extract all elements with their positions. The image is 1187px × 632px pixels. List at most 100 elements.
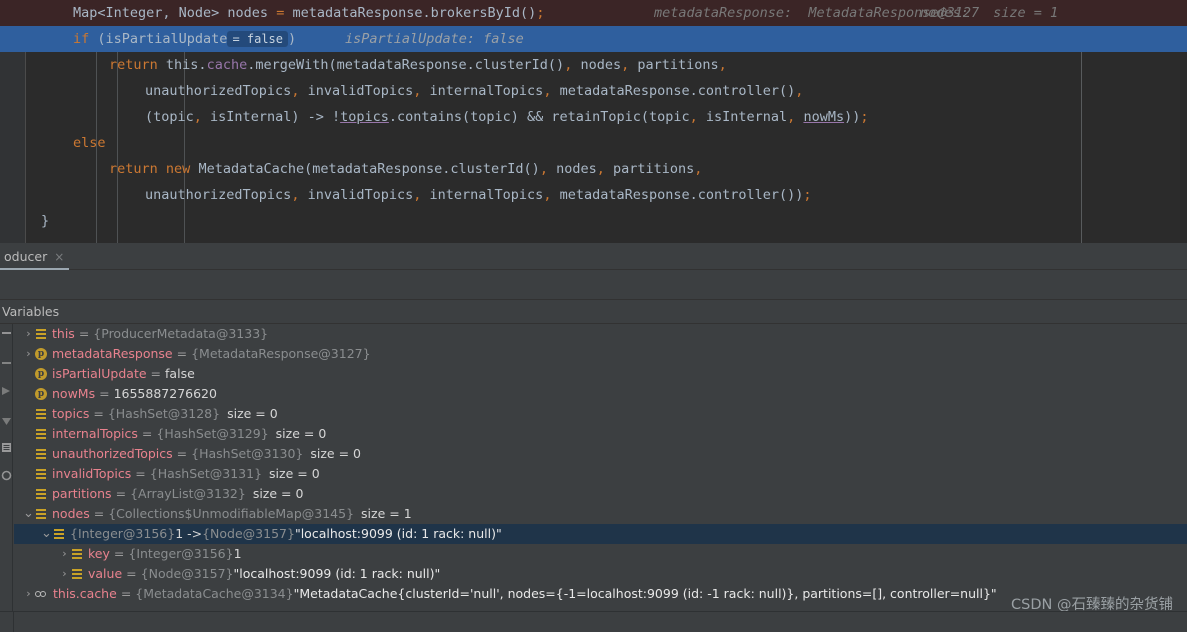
variable-value: 1 [233,546,242,561]
equals-sign: = [176,446,188,461]
variable-row[interactable]: › p metadataResponse = {MetadataResponse@312… [14,344,1187,364]
expand-toggle-icon[interactable]: › [22,584,35,604]
mute-breakpoints-icon[interactable] [1,470,12,481]
code-line[interactable]: unauthorizedTopics, invalidTopics, inter… [0,78,1187,104]
variable-row[interactable]: › internalTopics={HashSet@3129} size = 0 [14,424,1187,444]
code-line[interactable]: Map<Integer, Node> nodes = metadataRespo… [0,0,1187,26]
equals-sign: = [141,426,153,441]
expand-toggle-icon[interactable]: › [22,344,35,364]
code-line[interactable]: } [0,208,1187,234]
variable-value: 1655887276620 [113,386,217,401]
code-line[interactable]: unauthorizedTopics, invalidTopics, inter… [0,182,1187,208]
variable-type: {MetadataResponse@3127} [191,346,371,361]
code-line[interactable]: return new MetadataCache(metadataRespons… [0,156,1187,182]
variable-row[interactable]: › unauthorizedTopics={HashSet@3130} size =… [14,444,1187,464]
variable-name: unauthorizedTopics [52,446,173,461]
resume-icon[interactable] [1,416,12,427]
code-line[interactable]: return this.cache.mergeWith(metadataResp… [0,52,1187,78]
tab-producer[interactable]: oducer × [0,243,74,270]
code-token: cache [206,57,248,73]
variable-row[interactable]: › key = {Integer@3156} 1 [14,544,1187,564]
variable-type: {HashSet@3131} [149,466,263,481]
expand-toggle-icon: › [22,404,35,424]
variable-size: size = 0 [227,406,278,421]
code-token: return [109,57,158,73]
step-out-icon[interactable] [1,386,12,397]
code-token: topics [340,109,389,125]
variable-row[interactable]: › partitions={ArrayList@3132} size = 0 [14,484,1187,504]
code-token: internalTopics [421,83,544,99]
code-token: metadataResponse.controller() [551,83,796,99]
variable-type: {Collections$UnmodifiableMap@3145} [108,506,355,521]
variable-row[interactable]: › value = {Node@3157} "localhost:9099 (id: … [14,564,1187,584]
inline-debug-hint[interactable]: isPartialUpdate: false [345,26,524,52]
code-token: Map<Integer, Node> nodes [73,5,277,21]
code-token: invalidTopics [299,83,414,99]
equals-sign: = [176,346,188,361]
code-token: metadataResponse.brokersById() [284,5,537,21]
variable-type: {Node@3157} [140,566,234,581]
variable-size: size = 0 [269,466,320,481]
expand-toggle-icon[interactable]: › [58,564,71,584]
field-icon [71,568,83,580]
evaluate-expression-icon[interactable] [1,442,12,453]
step-into-icon[interactable] [1,358,12,369]
variable-name: metadataResponse [52,346,173,361]
variable-type: {ProducerMetadata@3133} [93,326,269,341]
watch-expression-icon [35,588,49,600]
equals-sign: = [113,546,125,561]
code-token: , [689,109,698,125]
code-token: unauthorizedTopics [145,187,292,203]
status-divider [13,612,14,632]
variable-name: invalidTopics [52,466,132,481]
expand-toggle-icon[interactable]: ⌄ [22,504,35,524]
field-icon [53,528,65,540]
equals-sign: = [99,386,110,401]
variable-row[interactable]: ⌄ nodes = {Collections$UnmodifiableMap@3145… [14,504,1187,524]
variable-row[interactable]: › invalidTopics={HashSet@3131} size = 0 [14,464,1187,484]
expand-toggle-icon[interactable]: › [58,544,71,564]
code-line[interactable]: else [0,130,1187,156]
variable-value: 1 -> [175,526,203,541]
code-token: , [539,161,548,177]
equals-sign: = [150,366,162,381]
variable-row[interactable]: › this = {ProducerMetadata@3133} [14,324,1187,344]
equals-sign: = [126,566,137,581]
code-token: nodes [547,161,597,177]
equals-sign: = [93,406,104,421]
code-token: this. [157,57,207,73]
variable-name: nodes [52,506,90,521]
variable-name: key [88,546,110,561]
expand-toggle-icon[interactable]: › [22,324,35,344]
code-token: , [795,83,804,99]
expand-toggle-icon: › [22,384,35,404]
variable-type: {MetadataCache@3134} [135,586,294,601]
variables-tree[interactable]: › this = {ProducerMetadata@3133} › p metadataR… [14,324,1187,611]
variable-row[interactable]: › topics={HashSet@3128} size = 0 [14,404,1187,424]
code-token: (topic [145,109,194,125]
variable-row[interactable]: ›pnowMs=1655887276620 [14,384,1187,404]
step-over-icon[interactable] [1,328,12,339]
variable-row[interactable]: ›p isPartialUpdate=false [14,364,1187,384]
expand-toggle-icon[interactable]: ⌄ [40,524,53,544]
code-token: else [73,135,106,151]
variable-string-value: "localhost:9099 (id: 1 rack: null)" [233,566,441,581]
variable-value: false [165,366,195,381]
equals-sign: = [115,486,127,501]
field-icon [35,488,47,500]
code-line[interactable]: if (isPartialUpdate = false) isPartialUpda… [0,26,1187,52]
code-editor[interactable]: Map<Integer, Node> nodes = metadataRespo… [0,0,1187,243]
variable-type: {HashSet@3130} [191,446,304,461]
field-icon [71,548,83,560]
debugger-toolbar[interactable] [0,270,1187,300]
variable-name: this [52,326,75,341]
code-token: isInternal) -> ! [201,109,341,125]
close-icon[interactable]: × [54,250,64,264]
debugger-side-toolbar[interactable] [0,324,13,631]
inline-debug-hint[interactable]: nodes: size = 1 [920,0,1058,26]
code-token: metadataResponse.controller()) [551,187,804,203]
expand-toggle-icon: › [22,424,35,444]
tab-label: oducer [4,249,48,264]
variable-row[interactable]: ⌄ {Integer@3156} 1 -> {Node@3157} "localh… [14,524,1187,544]
code-line[interactable]: (topic, isInternal) -> !topics.contains(… [0,104,1187,130]
